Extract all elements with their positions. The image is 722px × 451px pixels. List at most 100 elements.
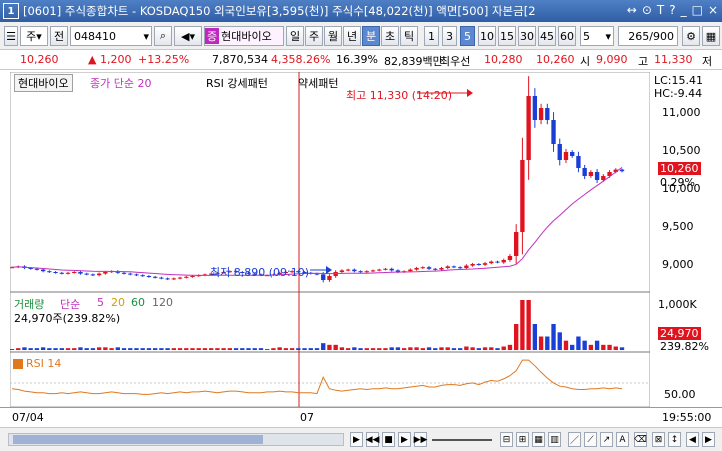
draw-trend-icon[interactable]: ⟋: [584, 432, 597, 447]
volume-bar: [146, 348, 152, 350]
settings-icon[interactable]: ⚙: [682, 26, 700, 46]
chart-type-icon[interactable]: ▥: [548, 432, 561, 447]
text-tool-icon[interactable]: A: [616, 432, 629, 447]
minute-10[interactable]: 10: [478, 26, 496, 46]
zoom-slider[interactable]: [432, 439, 492, 441]
candle-body: [501, 260, 506, 263]
high-annotation: 최고 11,330 (14:20): [346, 89, 453, 102]
market-select[interactable]: 주 ▾: [20, 26, 48, 46]
y-axis: LC:15.41 HC:-9.44 11,000 10,500 10,000 9…: [650, 72, 722, 407]
text-icon[interactable]: T: [657, 3, 664, 17]
stock-code-input[interactable]: 048410 ▾: [70, 26, 152, 46]
draw-arrow-icon[interactable]: ↗: [600, 432, 613, 447]
volume-bar: [414, 347, 419, 350]
candle-body: [370, 270, 376, 272]
weak-pattern-label: 약세패턴: [298, 77, 339, 90]
target-icon[interactable]: ⊙: [642, 3, 652, 17]
volume-bar: [576, 336, 581, 350]
candle-body: [364, 271, 369, 273]
candle-body: [321, 274, 326, 280]
layout-icon[interactable]: ▦: [702, 26, 720, 46]
volume-bar: [90, 348, 96, 350]
fit-icon[interactable]: ⊠: [652, 432, 665, 447]
volume-bar: [389, 347, 394, 350]
candle-body: [489, 261, 494, 264]
volume-bar: [451, 348, 457, 350]
volume-bar: [476, 348, 482, 350]
window-number: 1: [3, 3, 19, 19]
period-second[interactable]: 초: [381, 26, 399, 46]
zoom-out-icon[interactable]: ⊟: [500, 432, 513, 447]
period-minute[interactable]: 분: [362, 26, 380, 46]
period-year[interactable]: 년: [343, 26, 361, 46]
interval-select[interactable]: 5 ▾: [580, 26, 614, 46]
rewind-icon[interactable]: ◀◀: [366, 432, 379, 447]
period-month[interactable]: 월: [324, 26, 342, 46]
term-select[interactable]: 전: [50, 26, 68, 46]
volume-bar: [84, 348, 89, 350]
candle-body: [190, 276, 195, 277]
volume-bar: [190, 348, 195, 350]
period-day[interactable]: 일: [286, 26, 304, 46]
volume-bar: [28, 348, 33, 350]
volume-bar: [221, 348, 226, 350]
current-price: 10,260: [20, 53, 59, 66]
volume-ma-60: 60: [131, 296, 145, 309]
period-week[interactable]: 주: [305, 26, 323, 46]
volume-bar: [607, 344, 612, 350]
stop-icon[interactable]: ■: [382, 432, 395, 447]
candle-body: [445, 266, 450, 268]
draw-line-icon[interactable]: ／: [568, 432, 581, 447]
minute-60[interactable]: 60: [558, 26, 576, 46]
close-button[interactable]: ×: [708, 3, 718, 17]
scroll-left-icon[interactable]: ◀: [686, 432, 699, 447]
volume-bar: [196, 348, 201, 350]
volume-bar: [16, 348, 21, 350]
grid-icon[interactable]: ▦: [532, 432, 545, 447]
candle-body: [134, 274, 139, 276]
minute-30[interactable]: 30: [518, 26, 536, 46]
minute-3[interactable]: 3: [442, 26, 457, 46]
help-icon[interactable]: ?: [669, 3, 675, 17]
minute-15[interactable]: 15: [498, 26, 516, 46]
count-input[interactable]: 265/900: [618, 26, 678, 46]
search-icon[interactable]: ⌕: [154, 26, 172, 46]
eraser-icon[interactable]: ⌫: [634, 432, 647, 447]
volume-bar: [258, 348, 264, 350]
scale-icon[interactable]: ↕: [668, 432, 681, 447]
open-price: 9,090: [596, 53, 628, 66]
scroll-track[interactable]: [8, 433, 344, 446]
stock-name-field[interactable]: 증 현대바이오: [204, 26, 284, 46]
minute-1[interactable]: 1: [424, 26, 439, 46]
volume-bar: [271, 348, 276, 350]
candle-body: [377, 269, 382, 271]
candle-body: [96, 273, 102, 276]
link-icon[interactable]: ↔: [627, 3, 637, 17]
rsi-pattern-label: RSI 강세패턴: [206, 77, 268, 90]
minimize-button[interactable]: _: [681, 3, 687, 17]
volume-bar: [395, 347, 401, 350]
volume-bar: [184, 348, 189, 350]
stock-name-tag[interactable]: 현대바이오: [14, 74, 73, 92]
candle-body: [563, 152, 569, 160]
chart-canvas[interactable]: [10, 72, 650, 407]
candle-body: [171, 278, 177, 280]
speaker-icon[interactable]: ◀▾: [174, 26, 202, 46]
candle-body: [495, 261, 500, 263]
maximize-button[interactable]: □: [692, 3, 703, 17]
candle-body: [439, 268, 444, 270]
menu-icon[interactable]: ☰: [4, 26, 18, 46]
period-tick[interactable]: 틱: [400, 26, 418, 46]
volume-bar: [159, 348, 164, 350]
forward-icon[interactable]: ▶: [398, 432, 411, 447]
candle-body: [570, 152, 575, 156]
scroll-thumb[interactable]: [13, 435, 263, 444]
minute-45[interactable]: 45: [538, 26, 556, 46]
current-price-box: 10,260: [658, 162, 701, 175]
minute-5[interactable]: 5: [460, 26, 475, 46]
zoom-in-icon[interactable]: ⊞: [516, 432, 529, 447]
fast-forward-icon[interactable]: ▶▶: [414, 432, 427, 447]
play-icon[interactable]: ▶: [350, 432, 363, 447]
scroll-right-icon[interactable]: ▶: [702, 432, 715, 447]
volume-bar: [289, 348, 295, 350]
